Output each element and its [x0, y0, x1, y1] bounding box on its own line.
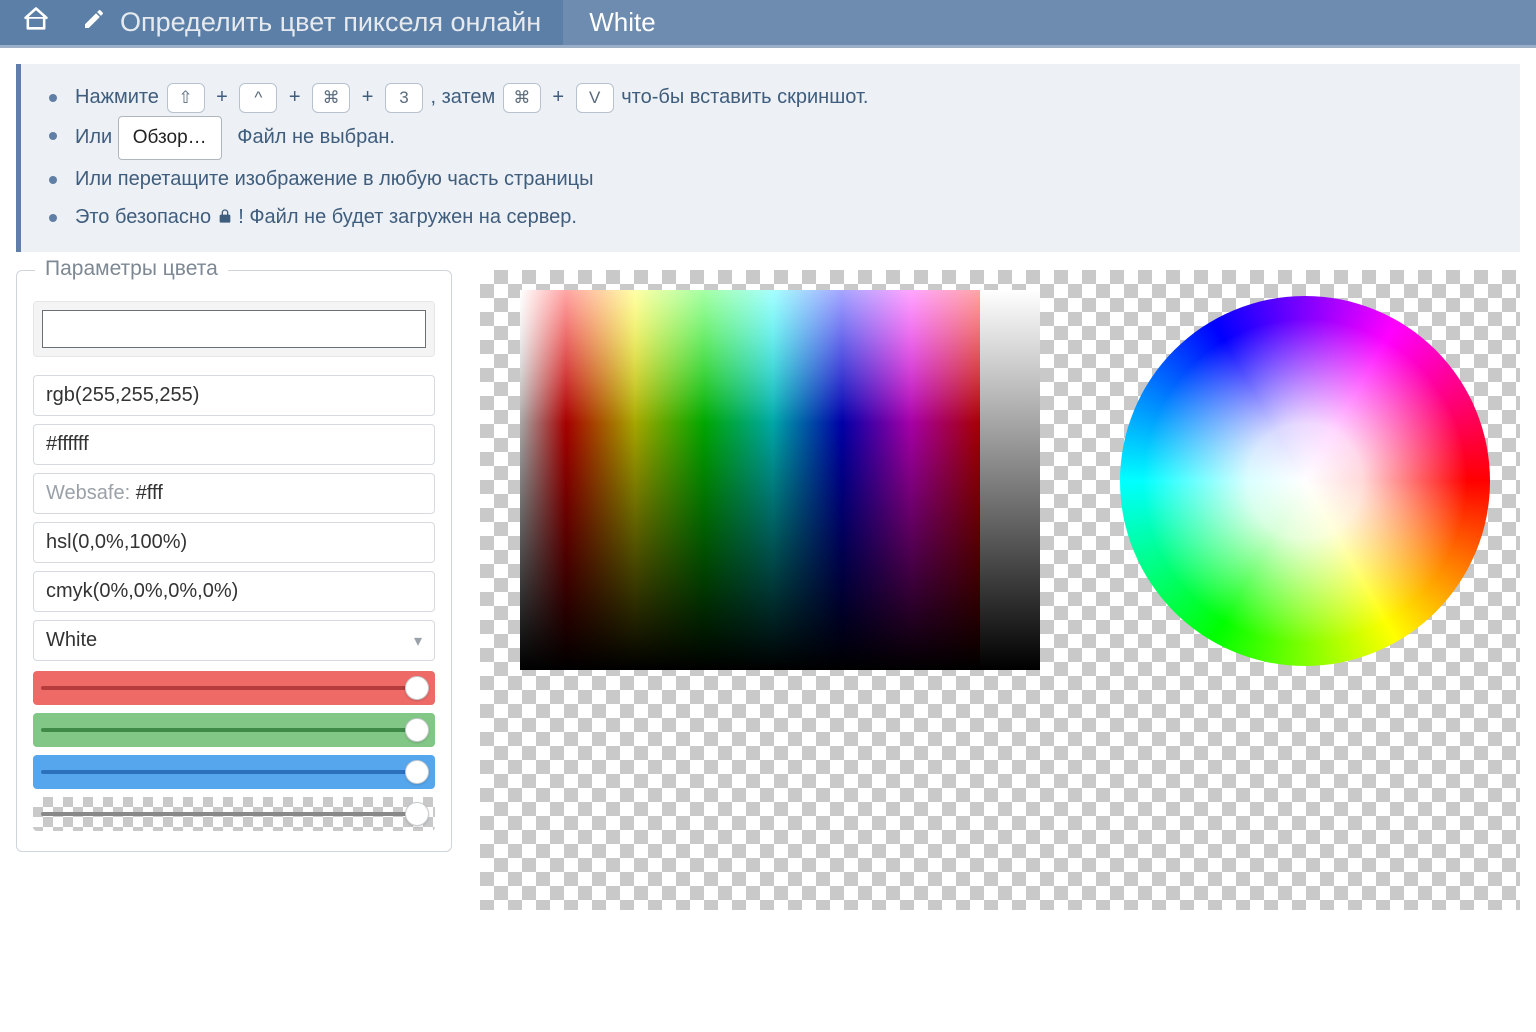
rgb-input[interactable]: [33, 375, 435, 416]
instruction-browse: Или Обзор… Файл не выбран.: [41, 116, 1500, 160]
hsv-rectangle[interactable]: [520, 290, 980, 670]
instructions-box: Нажмите ⇧ + ^ + ⌘ + 3 , затем ⌘ + V что-…: [16, 64, 1520, 252]
lock-icon: [217, 200, 233, 238]
browse-button[interactable]: Обзор…: [118, 116, 222, 160]
current-color-name-header: White: [563, 0, 1536, 45]
key-cmd: ⌘: [312, 83, 350, 113]
home-button[interactable]: [0, 0, 72, 45]
slider-red-thumb[interactable]: [405, 676, 429, 700]
slider-green[interactable]: [33, 713, 435, 747]
color-swatch[interactable]: [33, 301, 435, 357]
instruction-drag: Или перетащите изображение в любую часть…: [41, 160, 1500, 198]
pencil-icon: [82, 7, 106, 38]
websafe-field[interactable]: Websafe: #fff: [33, 473, 435, 514]
slider-alpha[interactable]: [33, 797, 435, 831]
cmyk-input[interactable]: [33, 571, 435, 612]
slider-alpha-thumb[interactable]: [405, 802, 429, 826]
slider-green-thumb[interactable]: [405, 718, 429, 742]
instruction-shortcut: Нажмите ⇧ + ^ + ⌘ + 3 , затем ⌘ + V что-…: [41, 78, 1500, 116]
value-strip[interactable]: [980, 290, 1040, 670]
page-title: Определить цвет пикселя онлайн: [120, 7, 541, 38]
slider-blue[interactable]: [33, 755, 435, 789]
key-ctrl: ^: [239, 83, 277, 113]
main-area: Параметры цвета Websafe: #fff White ▾: [0, 270, 1536, 930]
page-title-bar: Определить цвет пикселя онлайн: [72, 0, 563, 45]
home-icon: [21, 5, 51, 40]
instruction-safe: Это безопасно ! Файл не будет загружен н…: [41, 198, 1500, 238]
hue-wheel[interactable]: [1120, 296, 1490, 666]
no-file-label: Файл не выбран.: [237, 126, 395, 148]
key-shift: ⇧: [167, 83, 205, 113]
chevron-down-icon: ▾: [414, 631, 422, 651]
key-v: V: [576, 83, 614, 113]
app-header: Определить цвет пикселя онлайн White: [0, 0, 1536, 48]
slider-red[interactable]: [33, 671, 435, 705]
color-name-select[interactable]: White ▾: [33, 620, 435, 661]
key-cmd-2: ⌘: [503, 83, 541, 113]
hex-input[interactable]: [33, 424, 435, 465]
hsl-input[interactable]: [33, 522, 435, 563]
color-swatch-inner: [42, 310, 426, 348]
slider-blue-thumb[interactable]: [405, 760, 429, 784]
picker-canvas-area[interactable]: [480, 270, 1520, 910]
key-3: 3: [385, 83, 423, 113]
color-params-panel: Параметры цвета Websafe: #fff White ▾: [16, 270, 452, 852]
color-params-legend: Параметры цвета: [35, 257, 228, 281]
